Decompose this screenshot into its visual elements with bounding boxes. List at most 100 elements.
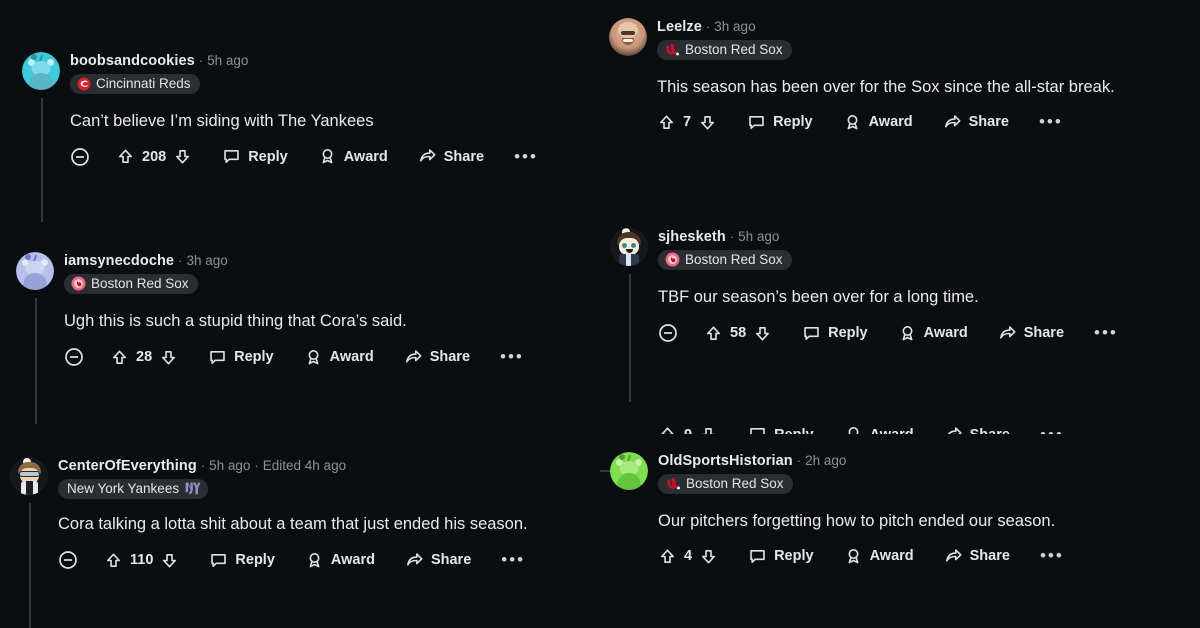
avatar-sjhesketh[interactable] [610, 228, 648, 266]
share-button[interactable]: Share [998, 324, 1064, 343]
avatar-centerofeverything[interactable] [10, 457, 48, 495]
thread-line[interactable] [41, 98, 43, 222]
award-button[interactable]: Award [843, 113, 913, 132]
user-flair-boston-red-sox[interactable]: Boston Red Sox [658, 474, 793, 494]
byline-separator: · [198, 53, 204, 68]
upvote-button[interactable] [704, 324, 723, 343]
award-button[interactable]: Award [318, 147, 388, 166]
byline-separator: · [178, 253, 183, 268]
downvote-button[interactable] [699, 547, 718, 566]
byline-separator: · [200, 458, 206, 473]
more-options-button[interactable]: ••• [1039, 113, 1063, 130]
avatar-boobsandcookies[interactable] [22, 52, 60, 90]
comment-byline: boobsandcookies · 5h ago [70, 52, 538, 70]
comment-thread-item: OldSportsHistorian · 2h ago Boston Red S… [600, 452, 1064, 566]
share-button[interactable]: Share [405, 551, 471, 570]
comment-username[interactable]: iamsynecdoche [64, 253, 174, 269]
comment-action-bar: 28 Reply Award Share ••• [64, 347, 524, 367]
thread-line[interactable] [629, 274, 631, 402]
upvote-button[interactable] [110, 348, 129, 367]
downvote-button[interactable] [753, 324, 772, 343]
collapse-thread-button[interactable] [64, 347, 84, 367]
avatar-oldsportshistorian[interactable] [610, 452, 648, 490]
upvote-button[interactable] [116, 147, 135, 166]
more-options-button[interactable]: ••• [1040, 547, 1064, 564]
share-label: Share [443, 148, 485, 165]
collapse-thread-button[interactable] [658, 323, 678, 343]
reply-button[interactable]: Reply [748, 547, 814, 566]
comment-username[interactable]: sjhesketh [658, 229, 726, 245]
comment-timestamp: 5h ago [738, 229, 780, 244]
reply-label: Reply [774, 548, 814, 565]
upvote-button[interactable] [658, 425, 677, 434]
upvote-button[interactable] [657, 113, 676, 132]
comment-username[interactable]: OldSportsHistorian [658, 453, 793, 469]
avatar-leelze[interactable] [609, 18, 647, 56]
comment-thread-item: CenterOfEverything · 5h ago · Edited 4h ago … [10, 457, 528, 628]
reply-button[interactable]: Reply [802, 324, 868, 343]
comment-action-bar: 58 Reply Award Share ••• [658, 323, 1118, 343]
award-label: Award [870, 427, 914, 435]
user-flair-new-york-yankees[interactable]: New York Yankees [58, 479, 209, 499]
user-flair-boston-red-sox[interactable]: Boston Red Sox [658, 250, 792, 270]
downvote-button[interactable] [173, 147, 192, 166]
user-flair-cincinnati-reds[interactable]: Cincinnati Reds [70, 74, 200, 94]
red-sox-circle-logo-icon [71, 276, 86, 291]
share-label: Share [970, 427, 1010, 435]
more-options-button[interactable]: ••• [501, 551, 525, 568]
award-label: Award [868, 114, 913, 131]
comment-timestamp: 5h ago [207, 53, 249, 68]
comment-username[interactable]: Leelze [657, 19, 702, 35]
user-flair-boston-red-sox[interactable]: Boston Red Sox [64, 274, 198, 294]
reply-button[interactable]: Reply [208, 348, 274, 367]
reply-button[interactable]: Reply [209, 551, 275, 570]
comment-thread-item: iamsynecdoche · 3h ago Boston Red Sox Ug… [16, 252, 524, 424]
share-button[interactable]: Share [418, 147, 484, 166]
share-button[interactable]: Share [944, 547, 1010, 566]
reply-button[interactable]: Reply [222, 147, 288, 166]
downvote-button[interactable] [699, 425, 718, 434]
comment-body-text: TBF our season’s been over for a long ti… [658, 288, 979, 306]
comment-body-text: This season has been over for the Sox si… [657, 77, 1115, 96]
more-options-button[interactable]: ••• [1094, 324, 1118, 341]
award-button[interactable]: Award [844, 425, 914, 434]
reply-button[interactable]: Reply [748, 425, 814, 434]
collapse-thread-button[interactable] [70, 147, 90, 167]
more-options-button[interactable]: ••• [514, 148, 538, 165]
thread-line[interactable] [29, 503, 31, 628]
award-button[interactable]: Award [844, 547, 914, 566]
more-options-button[interactable]: ••• [500, 348, 524, 365]
comment-action-bar: 4 Reply Award Share ••• [658, 547, 1064, 566]
share-button[interactable]: Share [943, 113, 1009, 132]
vote-group: 208 [116, 147, 192, 166]
award-button[interactable]: Award [898, 324, 968, 343]
thread-line[interactable] [35, 298, 37, 424]
comment-username[interactable]: boobsandcookies [70, 53, 195, 69]
award-label: Award [343, 148, 388, 165]
share-label: Share [969, 548, 1010, 565]
comment-username[interactable]: CenterOfEverything [58, 458, 197, 474]
comment-header: boobsandcookies · 5h ago Cincinnati Reds C… [22, 52, 538, 167]
red-sox-circle-logo-icon [665, 252, 680, 267]
collapse-thread-button[interactable] [58, 550, 78, 570]
share-button[interactable]: Share [404, 348, 470, 367]
award-button[interactable]: Award [305, 551, 375, 570]
red-sox-socks-logo-icon [664, 43, 680, 57]
share-button[interactable]: Share [944, 425, 1010, 434]
upvote-button[interactable] [658, 547, 677, 566]
more-options-button[interactable]: ••• [1040, 426, 1064, 435]
award-button[interactable]: Award [304, 348, 374, 367]
comment-body-text: Our pitchers forgetting how to pitch end… [658, 511, 1056, 530]
comment-timestamp: 3h ago [186, 253, 228, 268]
downvote-button[interactable] [159, 348, 178, 367]
comment-edited-label: Edited 4h ago [262, 458, 347, 473]
avatar-iamsynecdoche[interactable] [16, 252, 54, 290]
award-label: Award [330, 552, 375, 569]
downvote-button[interactable] [698, 113, 717, 132]
downvote-button[interactable] [160, 551, 179, 570]
user-flair-boston-red-sox[interactable]: Boston Red Sox [657, 40, 792, 60]
award-label: Award [329, 349, 374, 366]
reply-button[interactable]: Reply [747, 113, 813, 132]
vote-count: 208 [142, 148, 167, 165]
upvote-button[interactable] [104, 551, 123, 570]
